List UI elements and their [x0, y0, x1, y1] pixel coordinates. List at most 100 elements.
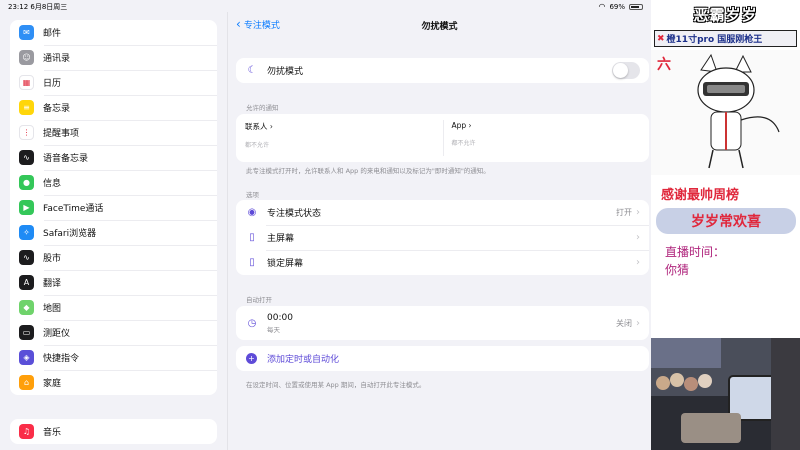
lock-screen-icon: ▯: [249, 257, 255, 268]
safari-icon: ✧: [19, 225, 34, 240]
sidebar-item-music[interactable]: ♫ 音乐: [10, 419, 217, 444]
cross-icon: ✖: [657, 33, 665, 44]
options-card: ◉ 专注模式状态 打开 › ▯ 主屏幕 › ▯ 锁定屏幕 ›: [236, 200, 649, 275]
calendar-icon: ▦: [19, 75, 34, 90]
allowed-apps[interactable]: App › 都不允许: [443, 114, 650, 162]
overlay-pill: 岁岁常欢喜: [656, 208, 796, 234]
sidebar-item-voice-memos[interactable]: ∿ 语音备忘录: [10, 145, 217, 170]
overlay-art-glyph: 六: [657, 57, 671, 73]
sidebar-item-label: 测距仪: [43, 329, 71, 339]
schedule-value: 关闭: [616, 318, 632, 328]
overlay-header: 恶霸岁岁: [651, 0, 800, 28]
sidebar-item-measure[interactable]: ▭ 测距仪: [10, 320, 217, 345]
people-title: 联系人 ›: [245, 122, 273, 131]
schedule-time: 00:00: [267, 312, 293, 323]
settings-sidebar: 设置 ✉邮件☺通讯录▦日历≡备忘录⋮提醒事项∿语音备忘录●信息▶FaceTime…: [0, 12, 228, 450]
sidebar-item-shortcuts[interactable]: ◈ 快捷指令: [10, 345, 217, 370]
sidebar-item-reminders[interactable]: ⋮ 提醒事项: [10, 120, 217, 145]
sidebar-item-label: 音乐: [43, 428, 62, 438]
schedule-card: ◷ 00:00 每天 关闭 ›: [236, 306, 649, 340]
sidebar-item-stocks[interactable]: ∿ 股市: [10, 245, 217, 270]
chevron-right-icon: ›: [636, 257, 640, 268]
people-sub: 都不允许: [245, 142, 270, 149]
option-row-lock-screen[interactable]: ▯ 锁定屏幕 ›: [236, 250, 649, 275]
sidebar-item-messages[interactable]: ● 信息: [10, 170, 217, 195]
overlay-cat-illustration: 六: [651, 50, 800, 175]
sidebar-item-home[interactable]: ⌂ 家庭: [10, 370, 217, 395]
notes-icon: ≡: [19, 100, 34, 115]
translate-icon: A: [19, 275, 34, 290]
ipad-screen: 23:12 6月8日周三 ◠ 69% 设置 ✉邮件☺通讯录▦日历≡备忘录⋮提醒事…: [0, 0, 651, 450]
sidebar-item-label: 通讯录: [43, 54, 71, 64]
schedule-text: 00:00 每天: [267, 313, 293, 334]
allowed-card: 联系人 › 都不允许 App › 都不允许: [236, 114, 649, 162]
option-row-focus-status[interactable]: ◉ 专注模式状态 打开 ›: [236, 200, 649, 225]
contacts-icon: ☺: [19, 50, 34, 65]
wifi-icon: ◠: [598, 2, 606, 11]
music-icon: ♫: [19, 424, 34, 439]
stream-overlay: 恶霸岁岁 ✖ 橙11寸pro 国服刚枪王 六 感谢最帅周榜 岁岁常欢喜 直播时间…: [651, 0, 800, 450]
apps-sub: 都不允许: [451, 140, 476, 147]
sidebar-group-media: ♫ 音乐: [10, 419, 217, 444]
options-header: 选项: [246, 191, 259, 199]
toggle-knob: [613, 63, 628, 78]
overlay-brand: 恶霸岁岁: [693, 5, 758, 24]
focus-detail-pane: ‹ 专注模式 勿扰模式 ☾ 勿扰模式 允许的通知 联系人 › 都不允许 App …: [228, 12, 651, 450]
add-automation-card: + 添加定时或自动化: [236, 346, 649, 371]
facetime-icon: ▶: [19, 200, 34, 215]
stocks-icon: ∿: [19, 250, 34, 265]
chevron-right-icon: ›: [636, 207, 640, 218]
sidebar-item-calendar[interactable]: ▦ 日历: [10, 70, 217, 95]
option-row-home-screen[interactable]: ▯ 主屏幕 ›: [236, 225, 649, 250]
dnd-toggle[interactable]: [612, 62, 640, 79]
allowed-people[interactable]: 联系人 › 都不允许: [236, 114, 443, 162]
sidebar-item-label: 股市: [43, 254, 62, 264]
cat-illustration-icon: [697, 53, 780, 169]
webcam-image: [651, 338, 800, 450]
webcam-feed: [651, 338, 800, 450]
add-automation-button[interactable]: + 添加定时或自动化: [236, 346, 649, 371]
allowed-header: 允许的通知: [246, 104, 279, 112]
messages-icon: ●: [19, 175, 34, 190]
moon-icon: ☾: [247, 65, 257, 76]
sidebar-item-label: 日历: [43, 79, 62, 89]
sidebar-item-label: FaceTime通话: [43, 204, 104, 214]
sidebar-item-label: 快捷指令: [43, 354, 80, 364]
chevron-right-icon: ›: [636, 232, 640, 243]
overlay-tag-text: 橙11寸pro 国服刚枪王: [666, 35, 763, 45]
status-time: 23:12 6月8日周三: [8, 3, 68, 11]
status-bar: 23:12 6月8日周三 ◠ 69%: [0, 0, 651, 12]
sidebar-item-translate[interactable]: A 翻译: [10, 270, 217, 295]
sidebar-item-safari[interactable]: ✧ Safari浏览器: [10, 220, 217, 245]
allowed-footnote: 此专注模式打开时，允许联系人和 App 的来电和通知以及标记为"即时通知"的通知…: [246, 167, 490, 175]
home-screen-icon: ▯: [249, 232, 255, 243]
add-automation-label: 添加定时或自动化: [267, 355, 340, 365]
sidebar-item-notes[interactable]: ≡ 备忘录: [10, 95, 217, 120]
option-label: 专注模式状态: [267, 209, 322, 219]
sidebar-item-maps[interactable]: ◆ 地图: [10, 295, 217, 320]
sidebar-item-label: 家庭: [43, 379, 62, 389]
overlay-live-label: 直播时间：: [665, 245, 726, 259]
focus-status-icon: ◉: [247, 207, 257, 218]
home-icon: ⌂: [19, 375, 34, 390]
apps-title: App ›: [451, 121, 472, 130]
dnd-row: ☾ 勿扰模式: [236, 58, 649, 83]
sidebar-item-facetime[interactable]: ▶ FaceTime通话: [10, 195, 217, 220]
maps-icon: ◆: [19, 300, 34, 315]
status-right: ◠ 69%: [598, 2, 643, 11]
schedule-row[interactable]: ◷ 00:00 每天 关闭 ›: [236, 306, 649, 340]
option-label: 锁定屏幕: [267, 259, 304, 269]
overlay-live-value: 你猜: [665, 263, 690, 277]
auto-footnote: 在设定时间、位置或使用某 App 期间，自动打开此专注模式。: [246, 381, 426, 389]
option-value: 打开: [616, 208, 632, 217]
overlay-thanks: 感谢最帅周榜: [661, 188, 740, 203]
battery-icon: [629, 3, 643, 10]
sidebar-item-label: 语音备忘录: [43, 154, 89, 164]
voice-memos-icon: ∿: [19, 150, 34, 165]
mail-icon: ✉: [19, 25, 34, 40]
sidebar-item-label: 邮件: [43, 29, 62, 39]
reminders-icon: ⋮: [19, 125, 34, 140]
sidebar-item-contacts[interactable]: ☺ 通讯录: [10, 45, 217, 70]
sidebar-item-label: 地图: [43, 304, 62, 314]
sidebar-item-mail[interactable]: ✉ 邮件: [10, 20, 217, 45]
